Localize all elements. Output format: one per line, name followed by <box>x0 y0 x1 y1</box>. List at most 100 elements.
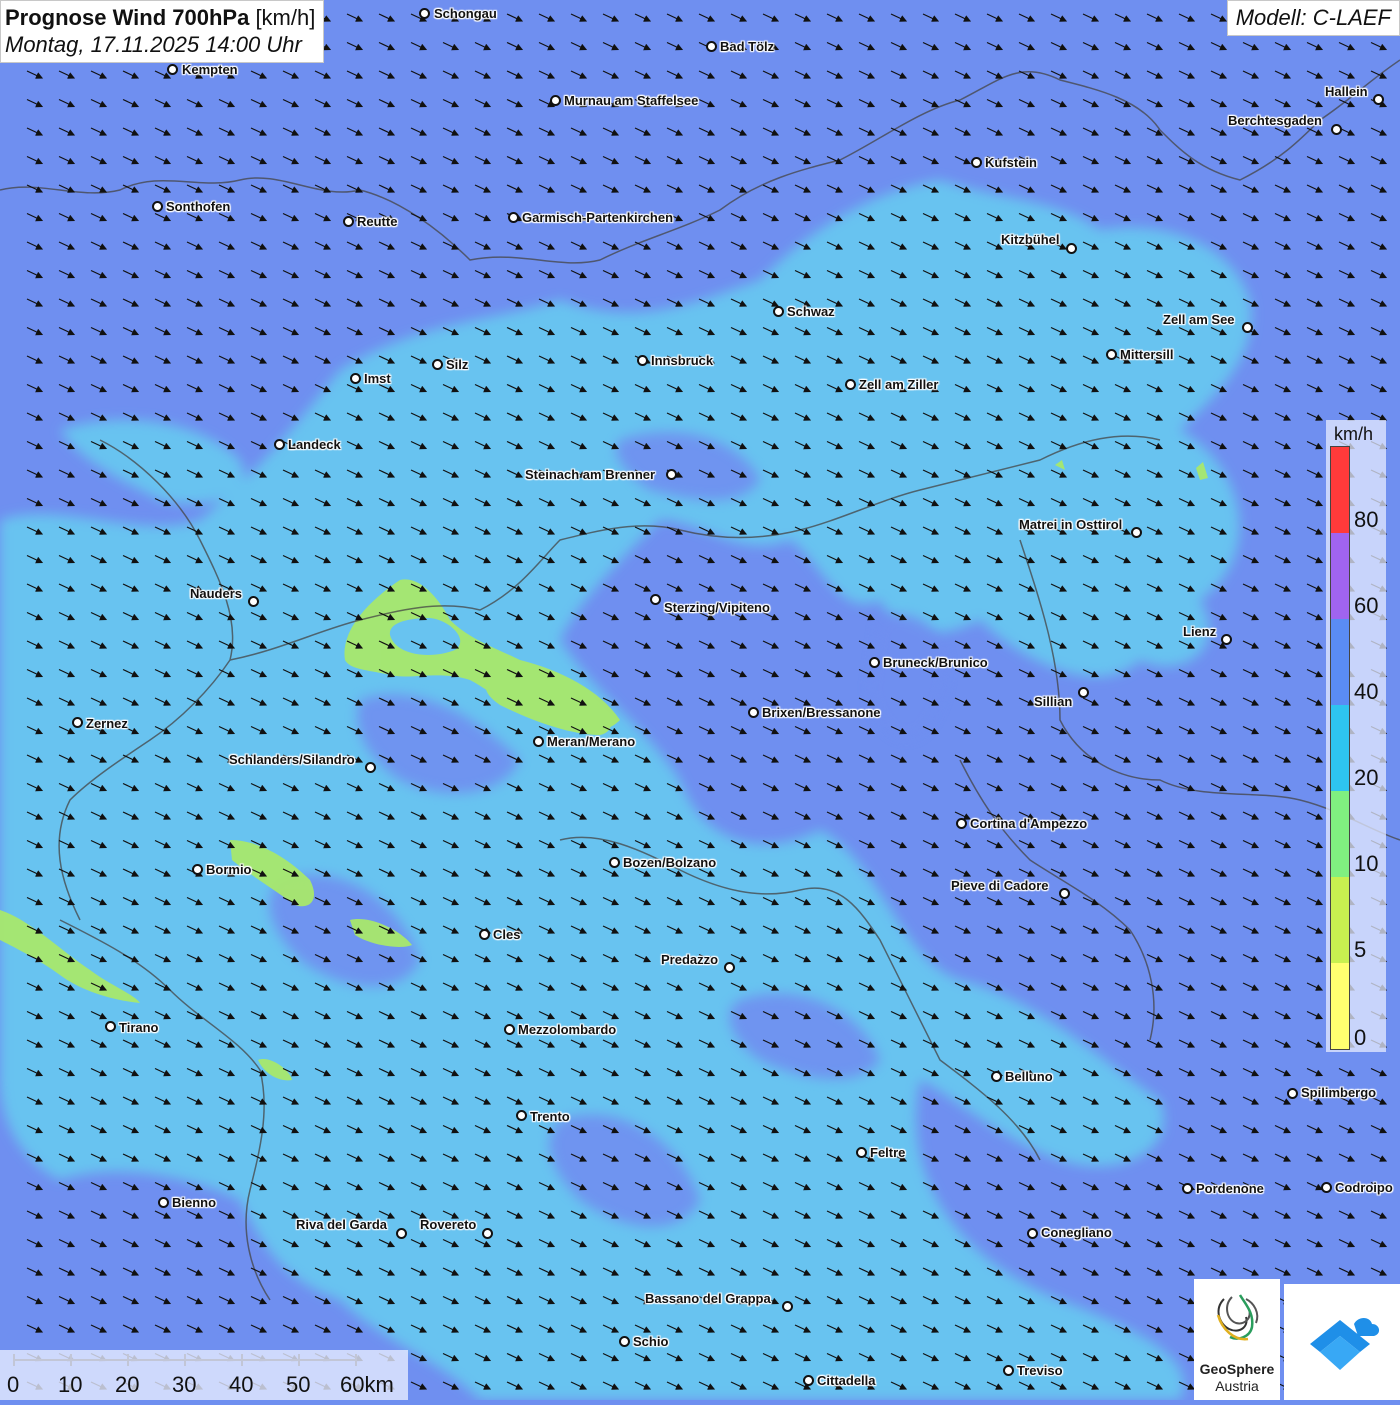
legend-color-segment <box>1331 619 1349 705</box>
city-label: Zell am Ziller <box>859 377 939 392</box>
city-label: Bad Tölz <box>720 39 775 54</box>
city-marker <box>533 736 544 747</box>
city-marker <box>158 1197 169 1208</box>
city-label: Bienno <box>172 1195 217 1210</box>
city-marker <box>782 1301 793 1312</box>
legend-color-segment <box>1331 963 1349 1049</box>
city-label: Cittadella <box>817 1373 876 1388</box>
city-marker <box>956 818 967 829</box>
city-marker <box>609 857 620 868</box>
city-marker <box>1287 1088 1298 1099</box>
city-label: Schwaz <box>787 304 835 319</box>
city-label: Feltre <box>870 1145 906 1160</box>
city-marker <box>1078 687 1089 698</box>
city-label: Sonthofen <box>166 199 231 214</box>
city-label: Bozen/Bolzano <box>623 855 717 870</box>
city-label: Pordenone <box>1196 1181 1264 1196</box>
city-marker <box>343 216 354 227</box>
city-label: Garmisch-Partenkirchen <box>522 210 674 225</box>
city-label: Mittersill <box>1120 347 1174 362</box>
city-label: Pieve di Cadore <box>951 878 1049 893</box>
city-marker <box>479 929 490 940</box>
city-marker <box>971 157 982 168</box>
city-label: Codroipo <box>1335 1180 1393 1195</box>
legend-color-segment <box>1331 791 1349 877</box>
city-marker <box>991 1071 1002 1082</box>
city-label: Rovereto <box>420 1217 477 1232</box>
legend-label: 60 <box>1354 593 1379 618</box>
geosphere-swirl-icon <box>1216 1294 1259 1341</box>
legend-label: 40 <box>1354 679 1379 704</box>
city-label: Brixen/Bressanone <box>762 705 881 720</box>
forecast-date: Montag, 17.11.2025 14:00 Uhr <box>5 32 302 57</box>
city-label: Kufstein <box>985 155 1037 170</box>
city-marker <box>1027 1228 1038 1239</box>
city-marker <box>1131 527 1142 538</box>
city-marker <box>152 201 163 212</box>
city-label: Kempten <box>182 62 238 77</box>
city-marker <box>1066 243 1077 254</box>
city-label: Bassano del Grappa <box>645 1291 771 1306</box>
city-label: Bruneck/Brunico <box>883 655 988 670</box>
city-marker <box>482 1228 493 1239</box>
partner-logo <box>1284 1284 1400 1400</box>
city-marker <box>706 41 717 52</box>
city-marker <box>1182 1183 1193 1194</box>
city-marker <box>192 864 203 875</box>
city-marker <box>432 359 443 370</box>
scale-label: 60km <box>340 1372 394 1397</box>
legend-bar <box>1330 446 1350 1050</box>
blue-cloud-arrow-icon <box>1310 1318 1380 1370</box>
city-marker <box>619 1336 630 1347</box>
legend-label: 20 <box>1354 765 1379 790</box>
geosphere-logo: GeoSphere Austria <box>1194 1279 1280 1400</box>
city-label: Tirano <box>119 1020 159 1035</box>
city-label: Nauders <box>190 586 243 601</box>
city-label: Schlanders/Silandro <box>229 752 355 767</box>
scale-label: 40 <box>229 1372 254 1397</box>
model-label: Modell: C-LAEF <box>1226 0 1400 36</box>
color-legend: km/h 80 60 40 20 10 5 0 <box>1326 420 1386 1052</box>
city-label: Conegliano <box>1041 1225 1112 1240</box>
city-label: Zell am See <box>1163 312 1235 327</box>
city-label: Meran/Merano <box>547 734 636 749</box>
scale-label: 30 <box>172 1372 197 1397</box>
city-marker <box>350 373 361 384</box>
city-label: Matrei in Osttirol <box>1019 517 1123 532</box>
city-label: Silz <box>446 357 469 372</box>
city-marker <box>845 379 856 390</box>
city-label: Lienz <box>1183 624 1217 639</box>
city-marker <box>869 657 880 668</box>
city-label: Reutte <box>357 214 398 229</box>
city-label: Innsbruck <box>651 353 714 368</box>
city-marker <box>1003 1365 1014 1376</box>
city-marker <box>650 594 661 605</box>
city-label: Hallein <box>1325 84 1368 99</box>
scale-label: 10 <box>58 1372 83 1397</box>
city-label: Treviso <box>1017 1363 1063 1378</box>
city-label: Riva del Garda <box>296 1217 388 1232</box>
legend-color-segment <box>1331 705 1349 791</box>
city-label: Berchtesgaden <box>1228 113 1322 128</box>
city-label: Murnau am Staffelsee <box>564 93 699 108</box>
city-marker <box>1242 322 1253 333</box>
city-marker <box>508 212 519 223</box>
scale-label: 50 <box>286 1372 311 1397</box>
city-marker <box>365 762 376 773</box>
legend-label: 10 <box>1354 851 1379 876</box>
city-label: Schio <box>633 1334 669 1349</box>
legend-color-segment <box>1331 533 1349 619</box>
city-marker <box>773 306 784 317</box>
city-marker <box>1321 1182 1332 1193</box>
city-label: Zernez <box>86 716 128 731</box>
city-label: Cortina d'Ampezzo <box>970 816 1088 831</box>
logo-text-1: GeoSphere <box>1199 1361 1275 1377</box>
city-label: Spilimbergo <box>1301 1085 1377 1100</box>
city-label: Mezzolombardo <box>518 1022 617 1037</box>
legend-color-segment <box>1331 877 1349 963</box>
city-marker <box>105 1021 116 1032</box>
scale-label: 0 <box>7 1372 20 1397</box>
city-marker <box>274 439 285 450</box>
legend-label: 80 <box>1354 507 1379 532</box>
scale-bar: 0 10 20 30 40 50 60km <box>0 1350 408 1400</box>
